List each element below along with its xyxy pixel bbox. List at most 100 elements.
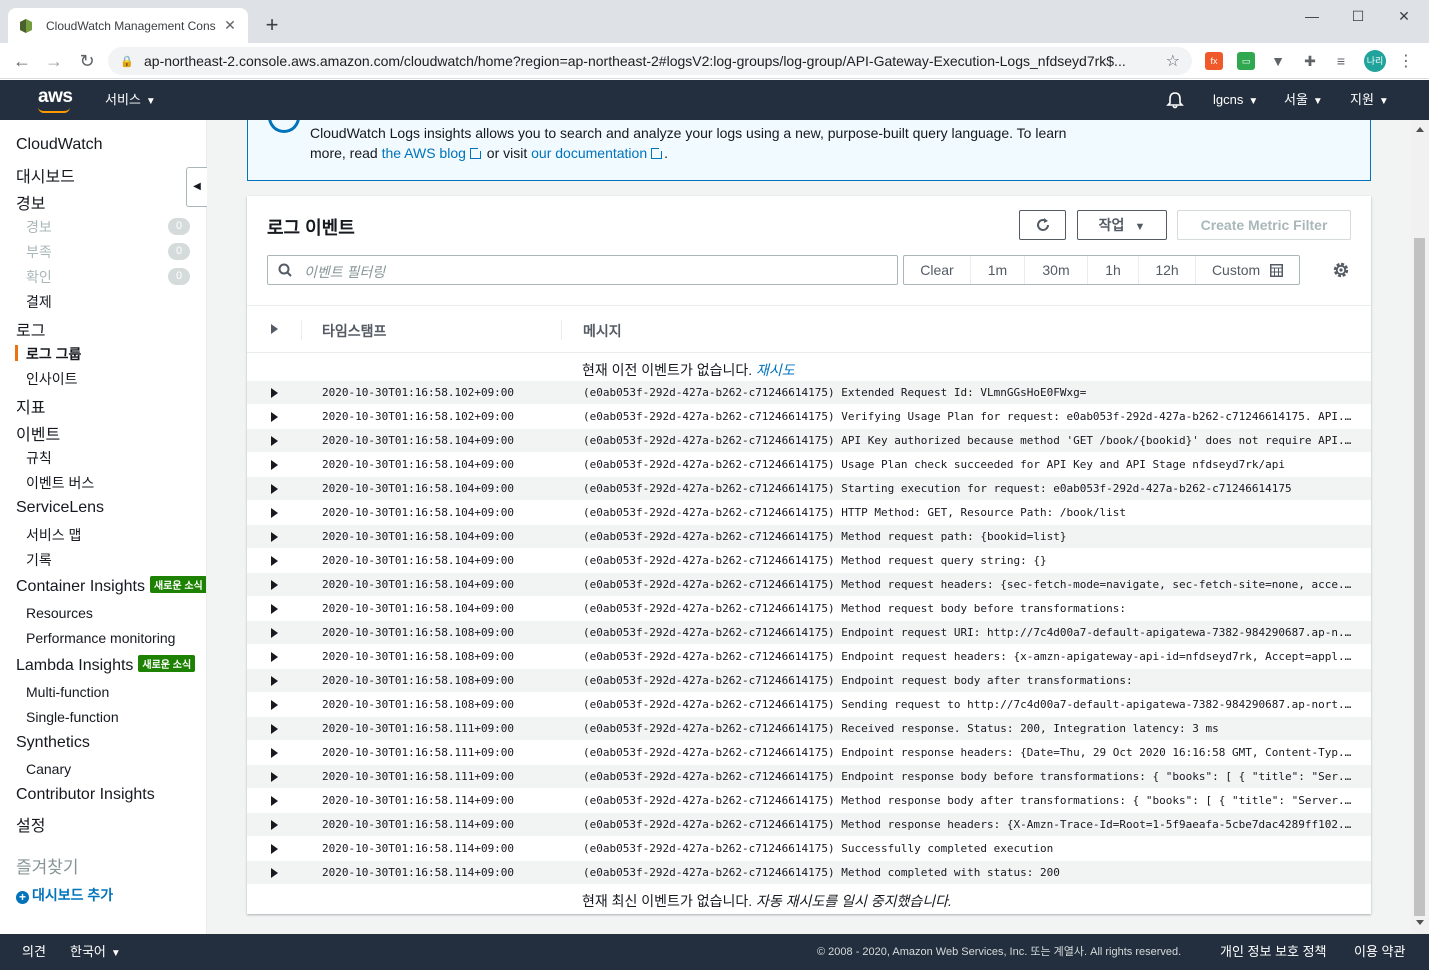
sidebar-item-contributor-insights[interactable]: Contributor Insights — [16, 786, 155, 804]
sidebar-item-settings[interactable]: 설정 — [16, 812, 45, 836]
expand-row-icon[interactable] — [271, 700, 278, 710]
forward-icon[interactable]: → — [42, 49, 66, 73]
sidebar-item-servicelens[interactable]: ServiceLens — [16, 499, 104, 517]
expand-row-icon[interactable] — [271, 628, 278, 638]
log-event-row[interactable]: 2020-10-30T01:16:58.104+09:00 (e0ab053f-2… — [247, 597, 1371, 621]
scrollbar-thumb[interactable] — [1414, 238, 1425, 916]
scroll-up-icon[interactable] — [1416, 127, 1424, 132]
sidebar-item-rules[interactable]: 규칙 — [26, 448, 52, 468]
log-event-row[interactable]: 2020-10-30T01:16:58.108+09:00 (e0ab053f-2… — [247, 693, 1371, 717]
sidebar-item-ok[interactable]: 확인 — [26, 267, 52, 287]
sidebar-item-container-insights[interactable]: Container Insights 새로운 소식 — [16, 576, 206, 596]
terms-link[interactable]: 이용 약관 — [1354, 934, 1405, 970]
log-event-row[interactable]: 2020-10-30T01:16:58.104+09:00 (e0ab053f-2… — [247, 501, 1371, 525]
add-dashboard-link[interactable]: + 대시보드 추가 — [16, 885, 113, 905]
sidebar-item-service-map[interactable]: 서비스 맵 — [26, 525, 81, 545]
create-metric-filter-button[interactable]: Create Metric Filter — [1177, 210, 1351, 240]
scroll-down-icon[interactable] — [1416, 920, 1424, 925]
support-menu[interactable]: 지원 ▼ — [1350, 80, 1389, 120]
account-menu[interactable]: lgcns ▼ — [1213, 80, 1258, 120]
expand-row-icon[interactable] — [271, 676, 278, 686]
column-header-timestamp[interactable]: 타임스탬프 — [322, 321, 386, 341]
retry-link[interactable]: 재시도 — [756, 362, 795, 378]
log-event-row[interactable]: 2020-10-30T01:16:58.111+09:00 (e0ab053f-2… — [247, 717, 1371, 741]
sidebar-item-billing[interactable]: 결제 — [26, 292, 52, 312]
time-range-30m[interactable]: 30m — [1025, 256, 1088, 284]
log-event-row[interactable]: 2020-10-30T01:16:58.104+09:00 (e0ab053f-2… — [247, 573, 1371, 597]
close-window-icon[interactable]: ✕ — [1381, 4, 1427, 28]
privacy-policy-link[interactable]: 개인 정보 보호 정책 — [1220, 934, 1327, 970]
sidebar-item-logs[interactable]: 로그 — [16, 317, 45, 341]
sidebar-item-resources[interactable]: Resources — [26, 605, 93, 621]
expand-row-icon[interactable] — [271, 388, 278, 398]
refresh-button[interactable] — [1019, 210, 1066, 240]
sidebar-item-multi-function[interactable]: Multi-function — [26, 684, 109, 700]
expand-row-icon[interactable] — [271, 604, 278, 614]
minimize-icon[interactable]: — — [1289, 4, 1335, 28]
sidebar-item-alarm-state[interactable]: 경보 — [26, 217, 52, 237]
sidebar-item-events[interactable]: 이벤트 — [16, 421, 60, 445]
column-header-message[interactable]: 메시지 — [583, 321, 622, 341]
log-event-row[interactable]: 2020-10-30T01:16:58.111+09:00 (e0ab053f-2… — [247, 741, 1371, 765]
time-range-12h[interactable]: 12h — [1139, 256, 1196, 284]
sidebar-item-lambda-insights[interactable]: Lambda Insights 새로운 소식 — [16, 655, 196, 675]
log-event-row[interactable]: 2020-10-30T01:16:58.111+09:00 (e0ab053f-2… — [247, 765, 1371, 789]
expand-row-icon[interactable] — [271, 460, 278, 470]
log-event-row[interactable]: 2020-10-30T01:16:58.114+09:00 (e0ab053f-2… — [247, 813, 1371, 837]
actions-button[interactable]: 작업 ▼ — [1077, 210, 1167, 240]
settings-gear-icon[interactable] — [1331, 260, 1351, 280]
sidebar-item-canary[interactable]: Canary — [26, 761, 71, 777]
log-event-row[interactable]: 2020-10-30T01:16:58.108+09:00 (e0ab053f-2… — [247, 621, 1371, 645]
sidebar-item-event-buses[interactable]: 이벤트 버스 — [26, 473, 94, 493]
maximize-icon[interactable]: ☐ — [1335, 4, 1381, 28]
event-filter-input[interactable]: 이벤트 필터링 — [267, 255, 898, 285]
aws-logo[interactable]: aws — [38, 86, 73, 108]
sidebar-item-log-groups[interactable]: 로그 그룹 — [26, 344, 81, 364]
expand-row-icon[interactable] — [271, 868, 278, 878]
expand-row-icon[interactable] — [271, 772, 278, 782]
expand-row-icon[interactable] — [271, 580, 278, 590]
sidebar-item-insights[interactable]: 인사이트 — [26, 369, 78, 389]
expand-row-icon[interactable] — [271, 532, 278, 542]
expand-row-icon[interactable] — [271, 844, 278, 854]
log-event-row[interactable]: 2020-10-30T01:16:58.104+09:00 (e0ab053f-2… — [247, 525, 1371, 549]
log-event-row[interactable]: 2020-10-30T01:16:58.108+09:00 (e0ab053f-2… — [247, 669, 1371, 693]
log-event-row[interactable]: 2020-10-30T01:16:58.108+09:00 (e0ab053f-2… — [247, 645, 1371, 669]
back-icon[interactable]: ← — [10, 49, 34, 73]
close-tab-icon[interactable]: ✕ — [222, 17, 238, 34]
aws-blog-link[interactable]: the AWS blog — [382, 145, 483, 161]
sidebar-item-single-function[interactable]: Single-function — [26, 709, 119, 725]
expand-row-icon[interactable] — [271, 652, 278, 662]
profile-avatar[interactable]: 나리 — [1364, 50, 1386, 72]
log-event-row[interactable]: 2020-10-30T01:16:58.102+09:00 (e0ab053f-2… — [247, 405, 1371, 429]
collapse-sidebar-button[interactable]: ◀ — [186, 167, 207, 207]
log-event-row[interactable]: 2020-10-30T01:16:58.104+09:00 (e0ab053f-2… — [247, 549, 1371, 573]
browser-menu-icon[interactable]: ⋮ — [1398, 51, 1414, 71]
time-range-1m[interactable]: 1m — [971, 256, 1025, 284]
log-event-row[interactable]: 2020-10-30T01:16:58.104+09:00 (e0ab053f-2… — [247, 453, 1371, 477]
bookmark-star-icon[interactable]: ☆ — [1166, 51, 1180, 71]
log-event-row[interactable]: 2020-10-30T01:16:58.102+09:00 (e0ab053f-2… — [247, 381, 1371, 405]
expand-row-icon[interactable] — [271, 412, 278, 422]
sidebar-item-metrics[interactable]: 지표 — [16, 394, 45, 418]
extension-icon[interactable]: ▼ — [1269, 52, 1287, 70]
log-event-row[interactable]: 2020-10-30T01:16:58.104+09:00 (e0ab053f-2… — [247, 429, 1371, 453]
expand-row-icon[interactable] — [271, 436, 278, 446]
time-range-clear[interactable]: Clear — [904, 256, 971, 284]
sidebar-item-cloudwatch[interactable]: CloudWatch — [16, 136, 103, 154]
log-event-row[interactable]: 2020-10-30T01:16:58.114+09:00 (e0ab053f-2… — [247, 789, 1371, 813]
time-range-custom[interactable]: Custom — [1196, 256, 1299, 284]
extension-icon[interactable]: fx — [1205, 52, 1223, 70]
feedback-link[interactable]: 의견 — [22, 934, 46, 970]
media-icon[interactable]: ≡ — [1332, 52, 1350, 70]
region-menu[interactable]: 서울 ▼ — [1284, 80, 1323, 120]
sidebar-item-dashboard[interactable]: 대시보드 — [16, 163, 75, 187]
sidebar-item-synthetics[interactable]: Synthetics — [16, 734, 90, 752]
expand-row-icon[interactable] — [271, 820, 278, 830]
puzzle-icon[interactable]: ✚ — [1301, 52, 1319, 70]
extension-icon[interactable]: ▭ — [1237, 52, 1255, 70]
language-selector[interactable]: 한국어 ▼ — [70, 934, 121, 972]
expand-all-icon[interactable] — [271, 324, 278, 334]
expand-row-icon[interactable] — [271, 724, 278, 734]
new-tab-icon[interactable]: + — [260, 12, 284, 38]
